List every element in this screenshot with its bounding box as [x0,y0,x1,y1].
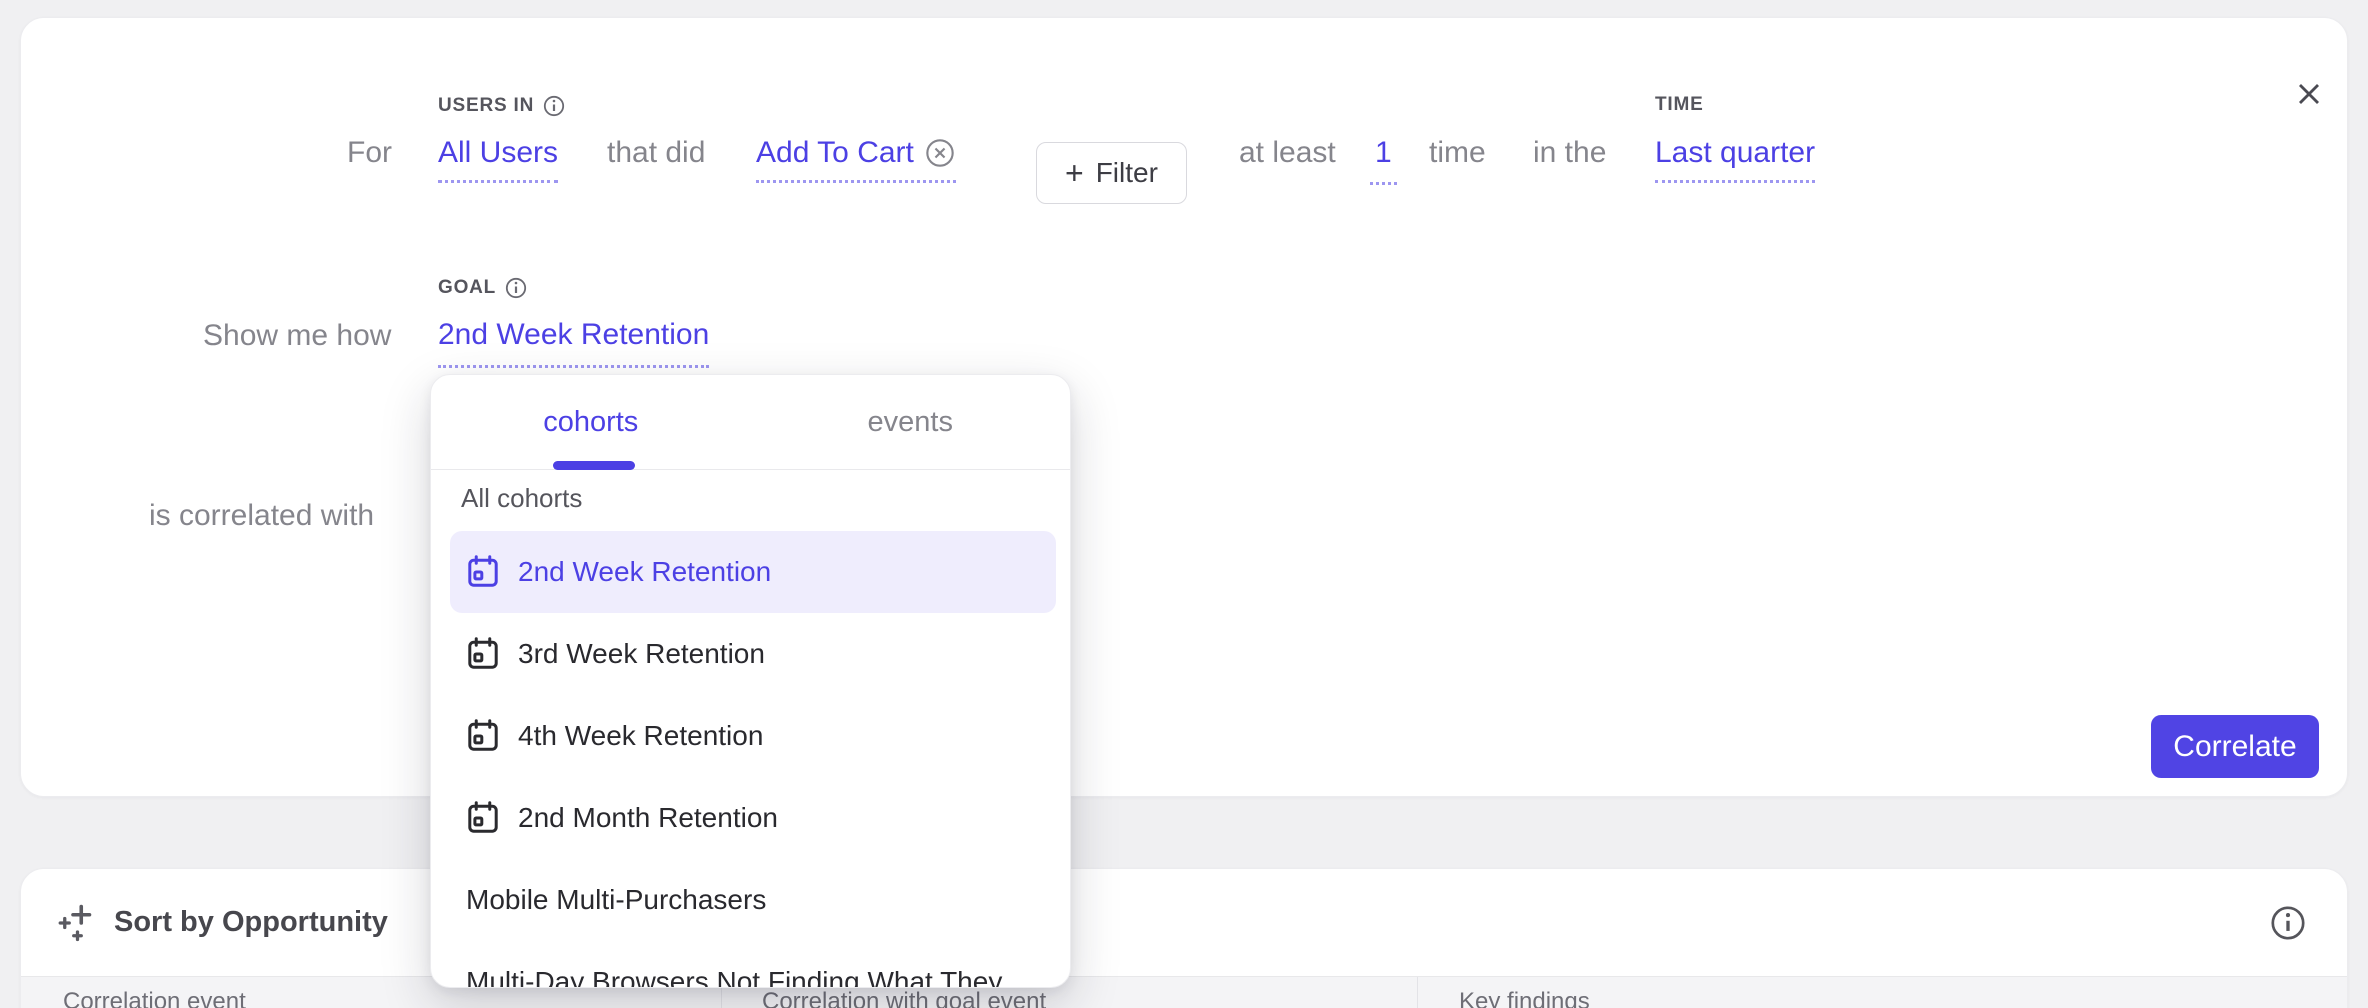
remove-event-icon[interactable] [924,137,956,169]
results-toolbar: Sort by Opportunity [21,869,2347,976]
column-header-correlation-event: Correlation event [63,988,246,1008]
calendar-icon [465,636,501,672]
query-builder-card: For USERS IN All Users that did Add To C… [20,17,2348,797]
list-item[interactable]: 4th Week Retention [450,695,1056,777]
info-icon[interactable] [542,94,566,118]
event-selector[interactable]: Add To Cart [756,135,956,183]
time-label: TIME [1655,94,1704,116]
sentence-show-me-how: Show me how [203,318,391,354]
list-item[interactable]: 3rd Week Retention [450,613,1056,695]
dropdown-tabs: cohorts events [431,375,1070,470]
list-item-label: Multi-Day Browsers Not Finding What They [466,966,1002,988]
list-item[interactable]: Multi-Day Browsers Not Finding What They [450,941,1056,988]
list-item-label: 3rd Week Retention [518,638,765,670]
column-divider [1417,977,1418,1008]
list-item-label: 2nd Month Retention [518,802,778,834]
calendar-icon [465,718,501,754]
users-in-label: USERS IN [438,94,566,118]
goal-label: GOAL [438,276,528,300]
filter-button-label: Filter [1096,157,1158,189]
info-icon[interactable] [504,276,528,300]
list-item[interactable]: 2nd Week Retention [450,531,1056,613]
active-tab-indicator [553,461,635,470]
sentence-for: For [347,135,392,171]
correlate-button[interactable]: Correlate [2151,715,2319,778]
add-filter-button[interactable]: + Filter [1036,142,1187,204]
list-item-label: Mobile Multi-Purchasers [466,884,766,916]
sentence-in-the: in the [1533,135,1606,171]
goal-selector[interactable]: 2nd Week Retention [438,317,709,368]
sentence-time: time [1429,135,1486,171]
results-table-header: Correlation event Correlation with goal … [21,976,2347,1008]
calendar-icon [465,554,501,590]
cohort-section-label: All cohorts [461,483,582,514]
list-item-label: 4th Week Retention [518,720,763,752]
column-header-key-findings: Key findings [1459,988,1590,1008]
column-header-correlation-with-goal: Correlation with goal event [762,988,1046,1008]
sentence-is-correlated-with: is correlated with [149,498,374,534]
tab-cohorts[interactable]: cohorts [431,375,751,469]
sparkles-icon [58,904,100,942]
list-item[interactable]: 2nd Month Retention [450,777,1056,859]
tab-events[interactable]: events [751,375,1071,469]
sort-by-opportunity-button[interactable]: Sort by Opportunity [114,906,388,939]
sentence-that-did: that did [607,135,705,171]
goal-picker-dropdown: cohorts events All cohorts 2nd Week Rete… [430,374,1071,988]
cohort-list: 2nd Week Retention 3rd Week Retention [431,531,1070,988]
time-range-selector[interactable]: Last quarter [1655,135,1815,183]
list-item-label: 2nd Week Retention [518,556,771,588]
event-selector-label[interactable]: Add To Cart [756,135,914,171]
calendar-icon [465,800,501,836]
plus-icon: + [1065,159,1084,187]
close-icon[interactable] [2291,76,2327,112]
sentence-at-least: at least [1239,135,1336,171]
count-selector[interactable]: 1 [1370,135,1397,185]
correlation-builder-screen: For USERS IN All Users that did Add To C… [0,0,2368,1008]
info-icon[interactable] [2269,904,2307,942]
results-card: Sort by Opportunity Correlation event Co… [20,868,2348,1008]
users-selector[interactable]: All Users [438,135,558,183]
list-item[interactable]: Mobile Multi-Purchasers [450,859,1056,941]
